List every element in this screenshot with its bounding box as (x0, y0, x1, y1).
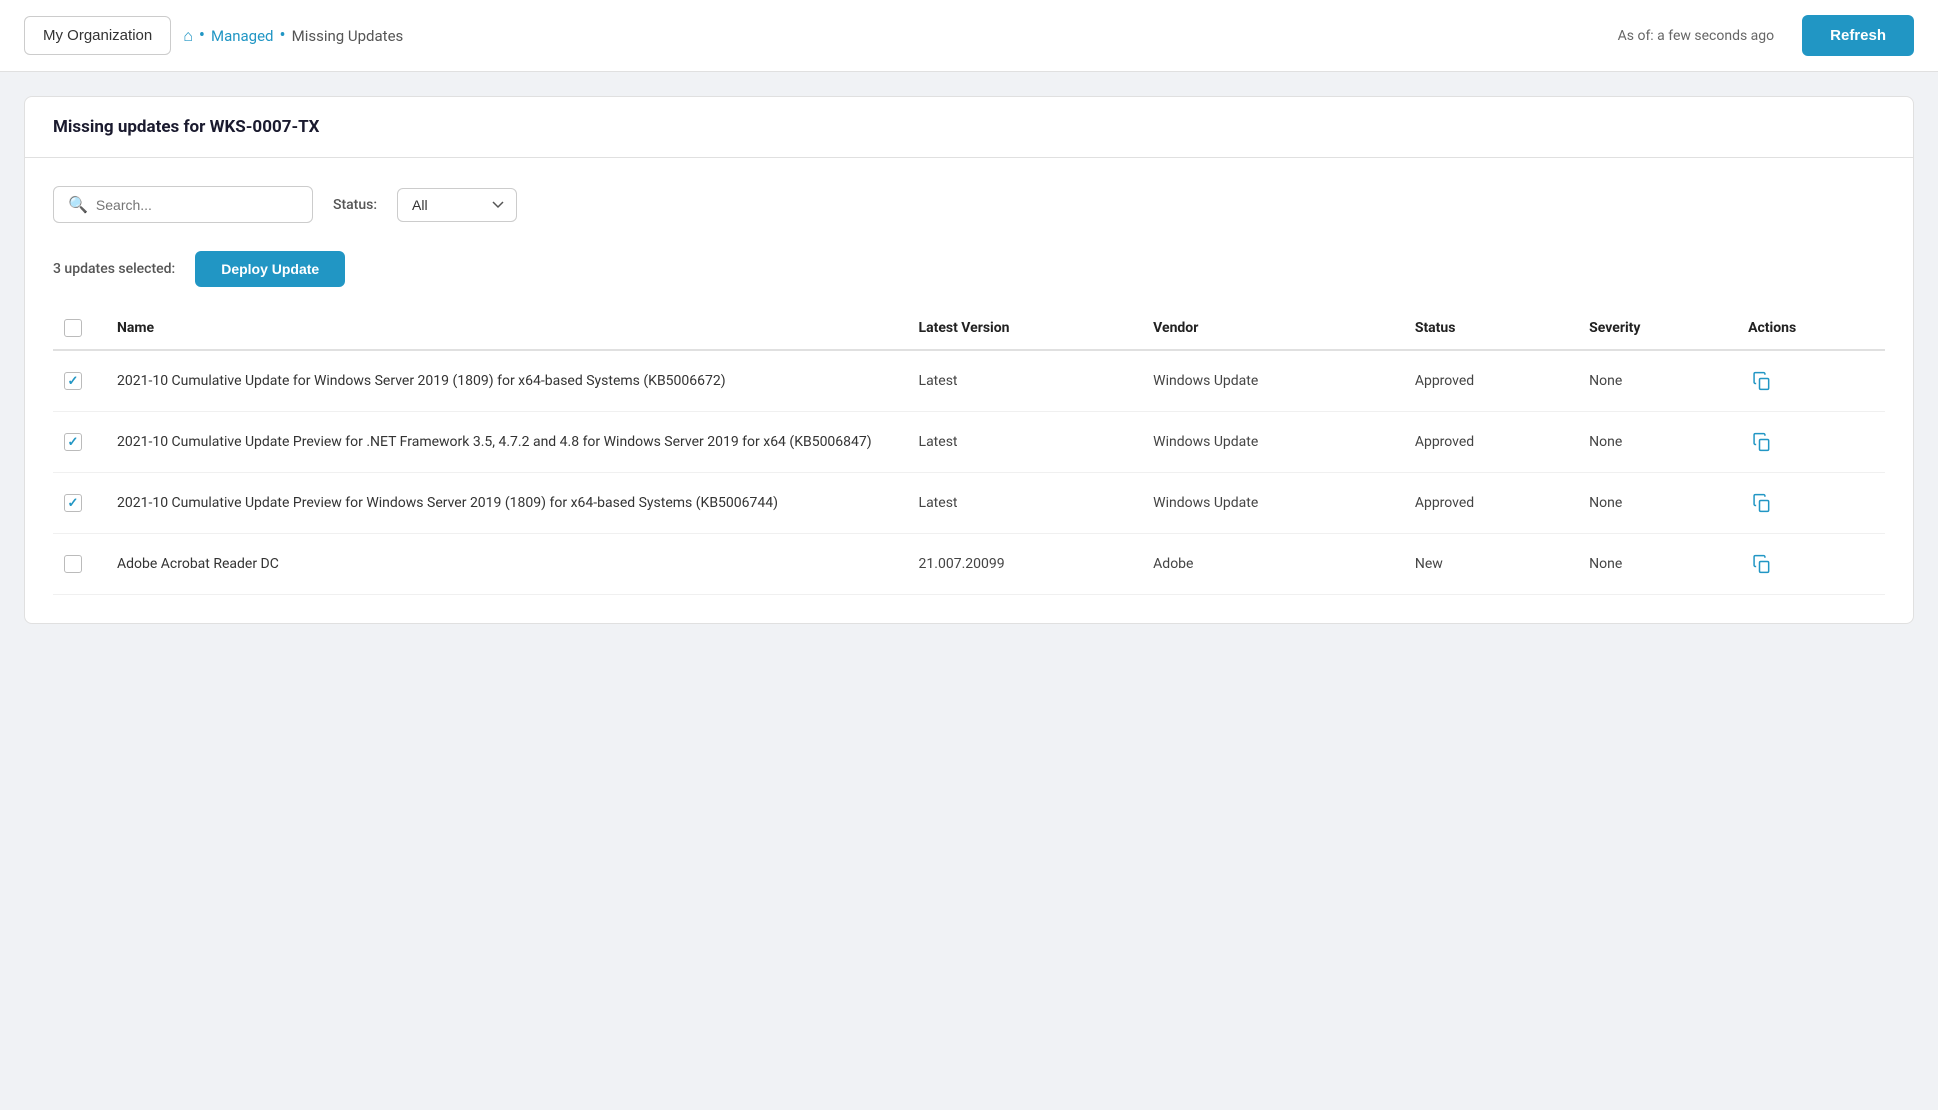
search-icon: 🔍 (68, 195, 88, 214)
breadcrumb-managed[interactable]: Managed (211, 27, 274, 45)
row-checkbox[interactable] (64, 372, 82, 390)
row-name: 2021-10 Cumulative Update Preview for .N… (101, 412, 903, 473)
actions-bar: 3 updates selected: Deploy Update (53, 251, 1885, 287)
timestamp: As of: a few seconds ago (1618, 28, 1775, 44)
copy-action-button[interactable] (1748, 367, 1776, 395)
col-header-latest-version: Latest Version (903, 307, 1138, 350)
updates-table-wrapper: Name Latest Version Vendor Status Severi… (53, 307, 1885, 595)
row-status: Approved (1399, 350, 1573, 412)
table-row: Adobe Acrobat Reader DC21.007.20099Adobe… (53, 534, 1885, 595)
row-severity: None (1573, 412, 1732, 473)
page-card: Missing updates for WKS-0007-TX 🔍 Status… (24, 96, 1914, 624)
card-body: 🔍 Status: All Approved New Declined 3 up… (25, 158, 1913, 623)
row-severity: None (1573, 473, 1732, 534)
row-latest-version: Latest (903, 412, 1138, 473)
status-select[interactable]: All Approved New Declined (397, 188, 517, 222)
table-row: 2021-10 Cumulative Update for Windows Se… (53, 350, 1885, 412)
row-latest-version: Latest (903, 350, 1138, 412)
row-name: 2021-10 Cumulative Update for Windows Se… (101, 350, 903, 412)
table-row: 2021-10 Cumulative Update Preview for .N… (53, 412, 1885, 473)
table-header-row: Name Latest Version Vendor Status Severi… (53, 307, 1885, 350)
breadcrumb-dot-2: • (280, 27, 286, 45)
app-header: My Organization ⌂ • Managed • Missing Up… (0, 0, 1938, 72)
status-label: Status: (333, 197, 377, 213)
breadcrumb: ⌂ • Managed • Missing Updates (183, 26, 403, 46)
select-all-checkbox[interactable] (64, 319, 82, 337)
row-actions (1732, 412, 1885, 473)
col-header-actions: Actions (1732, 307, 1885, 350)
row-latest-version: 21.007.20099 (903, 534, 1138, 595)
row-latest-version: Latest (903, 473, 1138, 534)
updates-table: Name Latest Version Vendor Status Severi… (53, 307, 1885, 595)
row-status: Approved (1399, 412, 1573, 473)
breadcrumb-missing-updates: Missing Updates (292, 27, 404, 45)
col-header-severity: Severity (1573, 307, 1732, 350)
search-box: 🔍 (53, 186, 313, 223)
row-name: Adobe Acrobat Reader DC (101, 534, 903, 595)
home-icon: ⌂ (183, 26, 193, 46)
search-input[interactable] (96, 197, 298, 213)
header-checkbox-cell (53, 307, 101, 350)
deploy-update-button[interactable]: Deploy Update (195, 251, 345, 287)
row-checkbox[interactable] (64, 555, 82, 573)
row-vendor: Windows Update (1137, 350, 1399, 412)
row-vendor: Windows Update (1137, 412, 1399, 473)
row-name: 2021-10 Cumulative Update Preview for Wi… (101, 473, 903, 534)
col-header-name: Name (101, 307, 903, 350)
refresh-button[interactable]: Refresh (1802, 15, 1914, 56)
row-actions (1732, 350, 1885, 412)
row-status: New (1399, 534, 1573, 595)
copy-action-button[interactable] (1748, 489, 1776, 517)
card-header: Missing updates for WKS-0007-TX (25, 97, 1913, 158)
row-checkbox-cell (53, 412, 101, 473)
row-actions (1732, 534, 1885, 595)
row-checkbox[interactable] (64, 433, 82, 451)
row-checkbox-cell (53, 473, 101, 534)
copy-action-button[interactable] (1748, 550, 1776, 578)
row-checkbox[interactable] (64, 494, 82, 512)
row-status: Approved (1399, 473, 1573, 534)
selected-count: 3 updates selected: (53, 261, 175, 277)
col-header-status: Status (1399, 307, 1573, 350)
table-row: 2021-10 Cumulative Update Preview for Wi… (53, 473, 1885, 534)
row-actions (1732, 473, 1885, 534)
org-button[interactable]: My Organization (24, 16, 171, 55)
copy-action-button[interactable] (1748, 428, 1776, 456)
row-severity: None (1573, 350, 1732, 412)
row-vendor: Adobe (1137, 534, 1399, 595)
breadcrumb-dot-1: • (199, 27, 205, 45)
page-title: Missing updates for WKS-0007-TX (53, 117, 1885, 137)
col-header-vendor: Vendor (1137, 307, 1399, 350)
row-severity: None (1573, 534, 1732, 595)
main-content: Missing updates for WKS-0007-TX 🔍 Status… (0, 72, 1938, 648)
row-vendor: Windows Update (1137, 473, 1399, 534)
row-checkbox-cell (53, 534, 101, 595)
row-checkbox-cell (53, 350, 101, 412)
table-body: 2021-10 Cumulative Update for Windows Se… (53, 350, 1885, 595)
filters-row: 🔍 Status: All Approved New Declined (53, 186, 1885, 223)
